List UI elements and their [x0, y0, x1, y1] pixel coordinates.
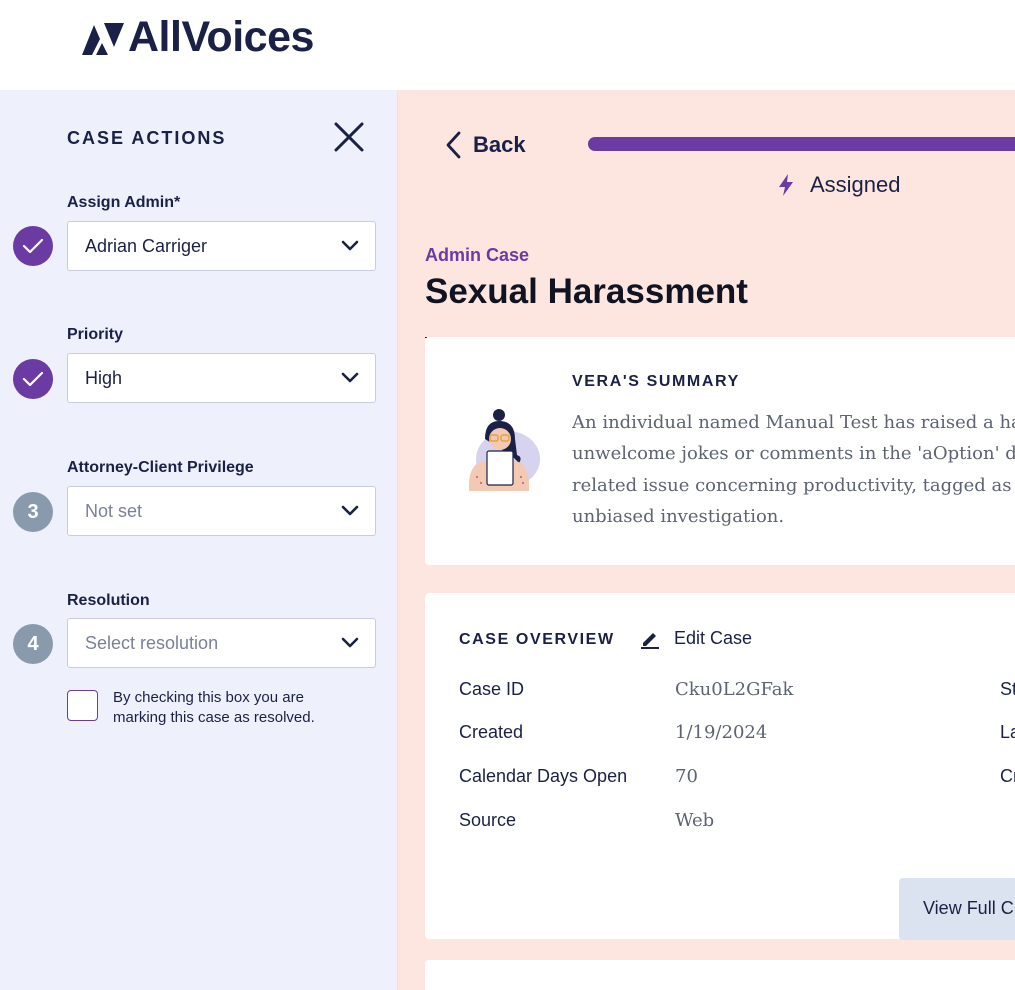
- overview-label-right: St: [1000, 679, 1015, 699]
- view-full-case-label: View Full C: [923, 898, 1014, 918]
- priority-value: High: [85, 368, 123, 388]
- overview-label: Calendar Days Open: [459, 766, 628, 786]
- overview-label-right: La: [1000, 722, 1015, 742]
- case-detail-main: Back Assigned Admin Case Sexual Harassme…: [398, 90, 1015, 990]
- view-full-case-button[interactable]: View Full C: [899, 878, 1015, 940]
- summary-line: unbiased investigation.: [572, 505, 785, 527]
- lightning-icon: [779, 174, 793, 196]
- case-overview-card: CASE OVERVIEW Edit Case Case ID Cku0L2GF…: [425, 593, 1015, 940]
- page-title: Sexual Harassment: [425, 272, 748, 311]
- overview-title: CASE OVERVIEW: [459, 631, 615, 648]
- resolution-select[interactable]: Select resolution: [67, 618, 376, 668]
- assign-admin-label: Assign Admin*: [67, 194, 181, 211]
- resolution-label: Resolution: [67, 592, 150, 609]
- privilege-select[interactable]: Not set: [67, 486, 376, 536]
- chevron-down-icon: [341, 637, 359, 648]
- resolved-checkbox[interactable]: [67, 690, 98, 721]
- step-number-badge: 3: [13, 492, 53, 532]
- back-button[interactable]: Back: [443, 130, 526, 160]
- next-card: [425, 960, 1015, 990]
- overview-value: 70: [675, 766, 698, 787]
- assign-admin-select[interactable]: Adrian Carriger: [67, 221, 376, 271]
- summary-line: unwelcome jokes or comments in the 'aOpt…: [572, 443, 1015, 465]
- status-label: Assigned: [810, 172, 901, 197]
- pencil-icon: [641, 632, 659, 649]
- overview-label-right: Cr: [1000, 766, 1015, 786]
- overview-value: 1/19/2024: [675, 722, 768, 743]
- case-status: Assigned: [776, 172, 901, 198]
- step-complete-check-icon: [13, 359, 53, 399]
- overview-label: Source: [459, 810, 517, 830]
- vera-avatar-illustration-icon: [469, 409, 540, 491]
- priority-label: Priority: [67, 326, 124, 343]
- case-type: Admin Case: [425, 245, 530, 265]
- back-label: Back: [473, 132, 526, 157]
- chevron-down-icon: [341, 505, 359, 516]
- chevron-left-icon: [446, 131, 461, 159]
- priority-select[interactable]: High: [67, 353, 376, 403]
- step-number-badge: 4: [13, 624, 53, 664]
- summary-text: An individual named Manual Test has rais…: [572, 407, 1015, 532]
- allvoices-logo[interactable]: AllVoices: [80, 14, 314, 60]
- summary-line: related issue concerning productivity, t…: [572, 474, 1015, 496]
- assign-admin-value: Adrian Carriger: [85, 236, 208, 256]
- overview-label: Created: [459, 722, 524, 742]
- allvoices-logo-icon: [82, 23, 124, 55]
- step-complete-check-icon: [13, 226, 53, 266]
- resolution-value: Select resolution: [85, 633, 219, 653]
- privilege-value: Not set: [85, 501, 143, 521]
- vera-summary-card: VERA'S SUMMARY An individual named Manua…: [425, 337, 1015, 565]
- edit-case-button[interactable]: Edit Case: [640, 628, 752, 649]
- resolved-checkbox-label: By checking this box you are marking thi…: [113, 689, 315, 726]
- edit-case-label: Edit Case: [674, 628, 753, 648]
- summary-line: An individual named Manual Test has rais…: [572, 412, 1015, 433]
- overview-value: Cku0L2GFak: [675, 679, 794, 700]
- summary-title: VERA'S SUMMARY: [572, 373, 740, 390]
- app-header: AllVoices: [0, 0, 1015, 90]
- privilege-label: Attorney-Client Privilege: [67, 459, 254, 476]
- brand-name: AllVoices: [128, 13, 314, 61]
- chevron-down-icon: [341, 240, 359, 251]
- overview-label: Case ID: [459, 679, 525, 699]
- overview-value: Web: [675, 810, 715, 831]
- panel-title: CASE ACTIONS: [67, 128, 227, 148]
- case-progress-bar: [588, 137, 1015, 151]
- case-actions-panel: CASE ACTIONS Assign Admin* Adrian Carrig…: [0, 90, 398, 990]
- chevron-down-icon: [341, 372, 359, 383]
- close-icon[interactable]: [332, 120, 366, 154]
